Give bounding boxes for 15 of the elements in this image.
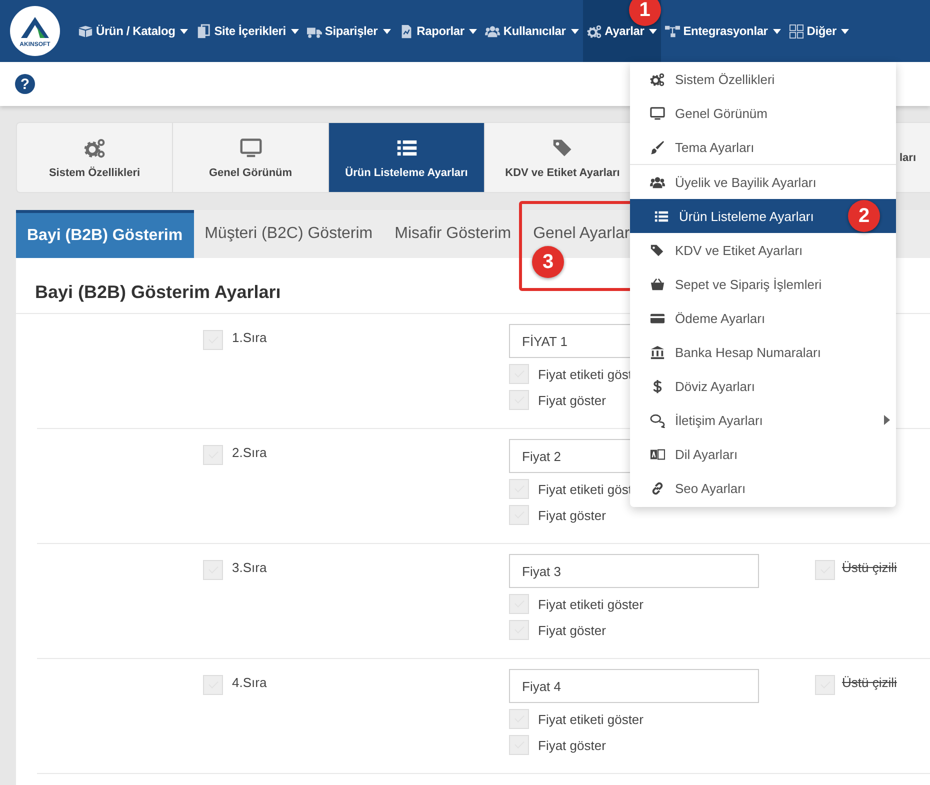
option-label: Fiyat etiketi göster [538,596,644,612]
option-label: Fiyat göster [538,738,606,752]
order-label: 4.Sıra [232,675,267,690]
strikethrough-label: Üstü çizili [842,560,897,575]
step-badge: 3 [532,246,564,278]
strikethrough-label: Üstü çizili [842,675,897,690]
step-badge: 2 [848,200,880,232]
order-label: 2.Sıra [232,445,267,460]
step-badge: 1 [628,0,661,26]
option-label: Fiyat göster [538,622,606,638]
option-label: Fiyat göster [538,508,606,522]
order-label: 3.Sıra [232,560,267,575]
order-label: 1.Sıra [232,330,267,345]
option-label: Fiyat etiketi göster [538,712,644,726]
option-label: Fiyat göster [538,392,606,408]
